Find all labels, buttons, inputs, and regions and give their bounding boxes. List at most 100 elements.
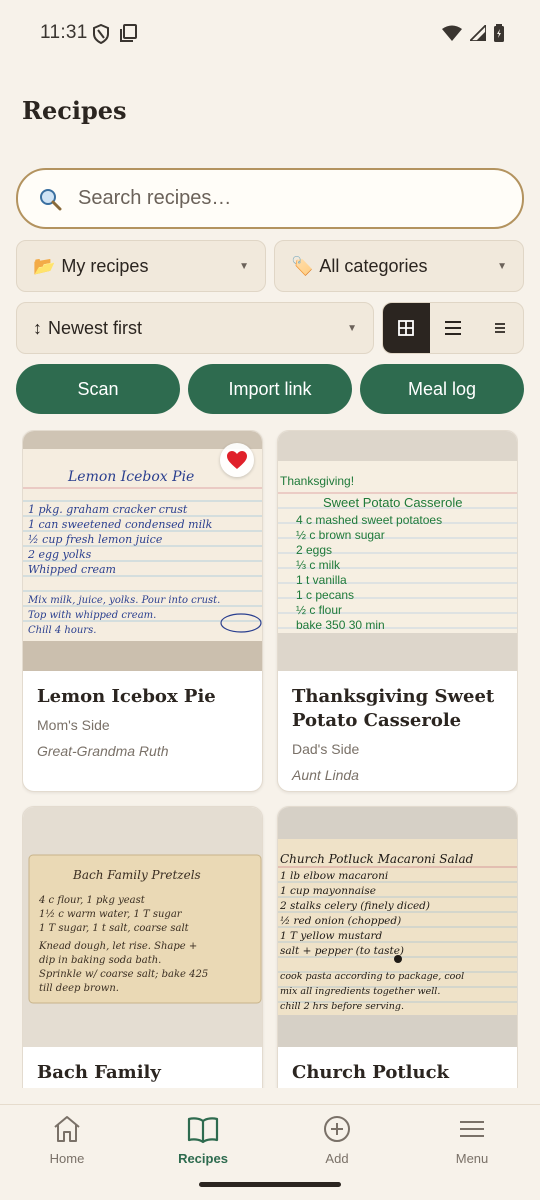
meal-log-button[interactable]: Meal log: [360, 364, 524, 414]
status-bar: 11:31: [0, 0, 540, 70]
card-text: ⅓ c milk: [296, 558, 341, 572]
card-text: Sweet Potato Casserole: [323, 495, 462, 510]
category-filter-dropdown[interactable]: 🏷️ All categories ▼: [274, 240, 524, 292]
card-text: ½ c brown sugar: [296, 528, 385, 542]
list-view-button[interactable]: [430, 303, 477, 353]
recipe-card[interactable]: Thanksgiving! Sweet Potato Casserole 4 c…: [277, 430, 518, 792]
card-text: 1 t vanilla: [296, 573, 347, 587]
heart-icon: [227, 451, 247, 469]
recipe-card-body: Thanksgiving Sweet Potato Casserole Dad'…: [278, 671, 517, 791]
recipe-card[interactable]: Lemon Icebox Pie 1 pkg. graham cracker c…: [22, 430, 263, 792]
card-text: Lemon Icebox Pie: [67, 469, 194, 485]
gesture-handle[interactable]: [199, 1182, 341, 1187]
search-input[interactable]: [78, 187, 478, 210]
status-time: 11:31: [40, 22, 88, 43]
card-text: 2 eggs: [296, 543, 332, 557]
card-text: 1 cup mayonnaise: [280, 885, 376, 897]
card-text: Chill 4 hours.: [28, 625, 96, 636]
sort-arrows-icon: ↕: [33, 317, 42, 338]
recipe-card-body: Church Potluck: [278, 1047, 517, 1088]
card-text: ½ red onion (chopped): [280, 915, 401, 927]
favorite-button[interactable]: [220, 443, 254, 477]
nav-add-label: Add: [325, 1151, 349, 1166]
card-text: 1 pkg. graham cracker crust: [28, 503, 188, 516]
plus-circle-icon: [324, 1116, 350, 1142]
recipe-author: Great-Grandma Ruth: [37, 743, 169, 759]
card-text: Sprinkle w/ coarse salt; bake 425: [39, 969, 208, 980]
card-text: cook pasta according to package, cool: [280, 971, 464, 982]
card-text: 2 stalks celery (finely diced): [279, 900, 430, 912]
recipe-grid: Lemon Icebox Pie 1 pkg. graham cracker c…: [22, 430, 518, 1088]
nav-recipes-label: Recipes: [178, 1151, 228, 1166]
list-icon: [445, 321, 461, 335]
book-icon: [187, 1117, 219, 1144]
recipe-title: Church Potluck: [292, 1062, 450, 1083]
tag-icon: 🏷️: [291, 255, 314, 276]
recipe-card[interactable]: Bach Family Pretzels 4 c flour, 1 pkg ye…: [22, 806, 263, 1088]
recipe-photo: Thanksgiving! Sweet Potato Casserole 4 c…: [278, 431, 517, 671]
nav-home[interactable]: Home: [7, 1113, 127, 1173]
source-filter-dropdown[interactable]: 📂 My recipes ▼: [16, 240, 266, 292]
card-text: Top with whipped cream.: [28, 610, 156, 621]
card-text: Knead dough, let rise. Shape +: [38, 941, 197, 952]
nav-recipes[interactable]: Recipes: [143, 1113, 263, 1173]
card-text: 1 can sweetened condensed milk: [28, 518, 213, 531]
recipe-card-photo: Church Potluck Macaroni Salad 1 lb elbow…: [278, 807, 517, 1047]
recipe-author: Aunt Linda: [292, 767, 359, 783]
card-text: 1 lb elbow macaroni: [280, 870, 388, 882]
card-text: mix all ingredients together well.: [280, 986, 440, 997]
card-text: ½ cup fresh lemon juice: [28, 533, 163, 546]
screenshot-icon: [120, 24, 137, 42]
page-title: Recipes: [22, 96, 127, 125]
grid-icon: [398, 320, 415, 336]
card-text: 2 egg yolks: [27, 548, 92, 561]
recipe-photo: Lemon Icebox Pie 1 pkg. graham cracker c…: [23, 431, 262, 671]
recipe-card-photo: Thanksgiving! Sweet Potato Casserole 4 c…: [278, 431, 517, 671]
card-text: dip in baking soda bath.: [39, 955, 161, 966]
recipe-family-side: Mom's Side: [37, 717, 110, 733]
card-text: 1 c pecans: [296, 588, 354, 602]
caret-down-icon: ▼: [239, 261, 249, 272]
sort-dropdown[interactable]: ↕ Newest first ▼: [16, 302, 374, 354]
hamburger-menu-icon: [460, 1121, 484, 1137]
recipe-title: Thanksgiving Sweet Potato Casserole: [292, 686, 495, 731]
card-text: salt + pepper (to taste): [280, 945, 404, 957]
view-toggle: [382, 302, 524, 354]
home-icon: [54, 1116, 80, 1142]
nav-menu-label: Menu: [455, 1151, 489, 1166]
compact-list-icon: [494, 323, 505, 333]
nav-add[interactable]: Add: [277, 1113, 397, 1173]
folder-icon: 📂: [33, 255, 56, 276]
card-text: 1½ c warm water, 1 T sugar: [39, 909, 183, 920]
card-text: Mix milk, juice, yolks. Pour into crust.: [27, 595, 220, 606]
source-filter-label: My recipes: [61, 255, 149, 276]
scan-button[interactable]: Scan: [16, 364, 180, 414]
search-bar[interactable]: [16, 168, 524, 229]
card-text: bake 350 30 min: [296, 618, 385, 632]
shield-icon: [93, 24, 109, 44]
card-text: 1 T sugar, 1 t salt, coarse salt: [39, 923, 190, 934]
wifi-icon: [442, 25, 462, 41]
card-text: chill 2 hrs before serving.: [280, 1001, 404, 1012]
card-text: 4 c flour, 1 pkg yeast: [38, 895, 146, 906]
card-text: ½ c flour: [296, 603, 342, 617]
card-text: 1 T yellow mustard: [280, 930, 382, 942]
recipe-title: Bach Family Pretzels: [37, 1062, 161, 1088]
grid-view-button[interactable]: [383, 303, 430, 353]
recipe-card-body: Bach Family Pretzels: [23, 1047, 262, 1088]
nav-menu[interactable]: Menu: [412, 1113, 532, 1173]
caret-down-icon: ▼: [497, 261, 507, 272]
category-filter-label: All categories: [319, 255, 428, 276]
recipe-card-body: Lemon Icebox Pie Mom's Side Great-Grandm…: [23, 671, 262, 777]
nav-home-label: Home: [49, 1151, 85, 1166]
compact-view-button[interactable]: [476, 303, 523, 353]
card-text: Whipped cream: [28, 563, 116, 576]
recipe-card[interactable]: Church Potluck Macaroni Salad 1 lb elbow…: [277, 806, 518, 1088]
card-text: till deep brown.: [39, 983, 119, 994]
import-link-button[interactable]: Import link: [188, 364, 352, 414]
recipe-card-photo: Bach Family Pretzels 4 c flour, 1 pkg ye…: [23, 807, 262, 1047]
recipe-photo: Bach Family Pretzels 4 c flour, 1 pkg ye…: [23, 807, 262, 1047]
card-text: 4 c mashed sweet potatoes: [296, 513, 442, 527]
signal-icon: [470, 25, 486, 41]
card-text: Thanksgiving!: [280, 474, 354, 488]
